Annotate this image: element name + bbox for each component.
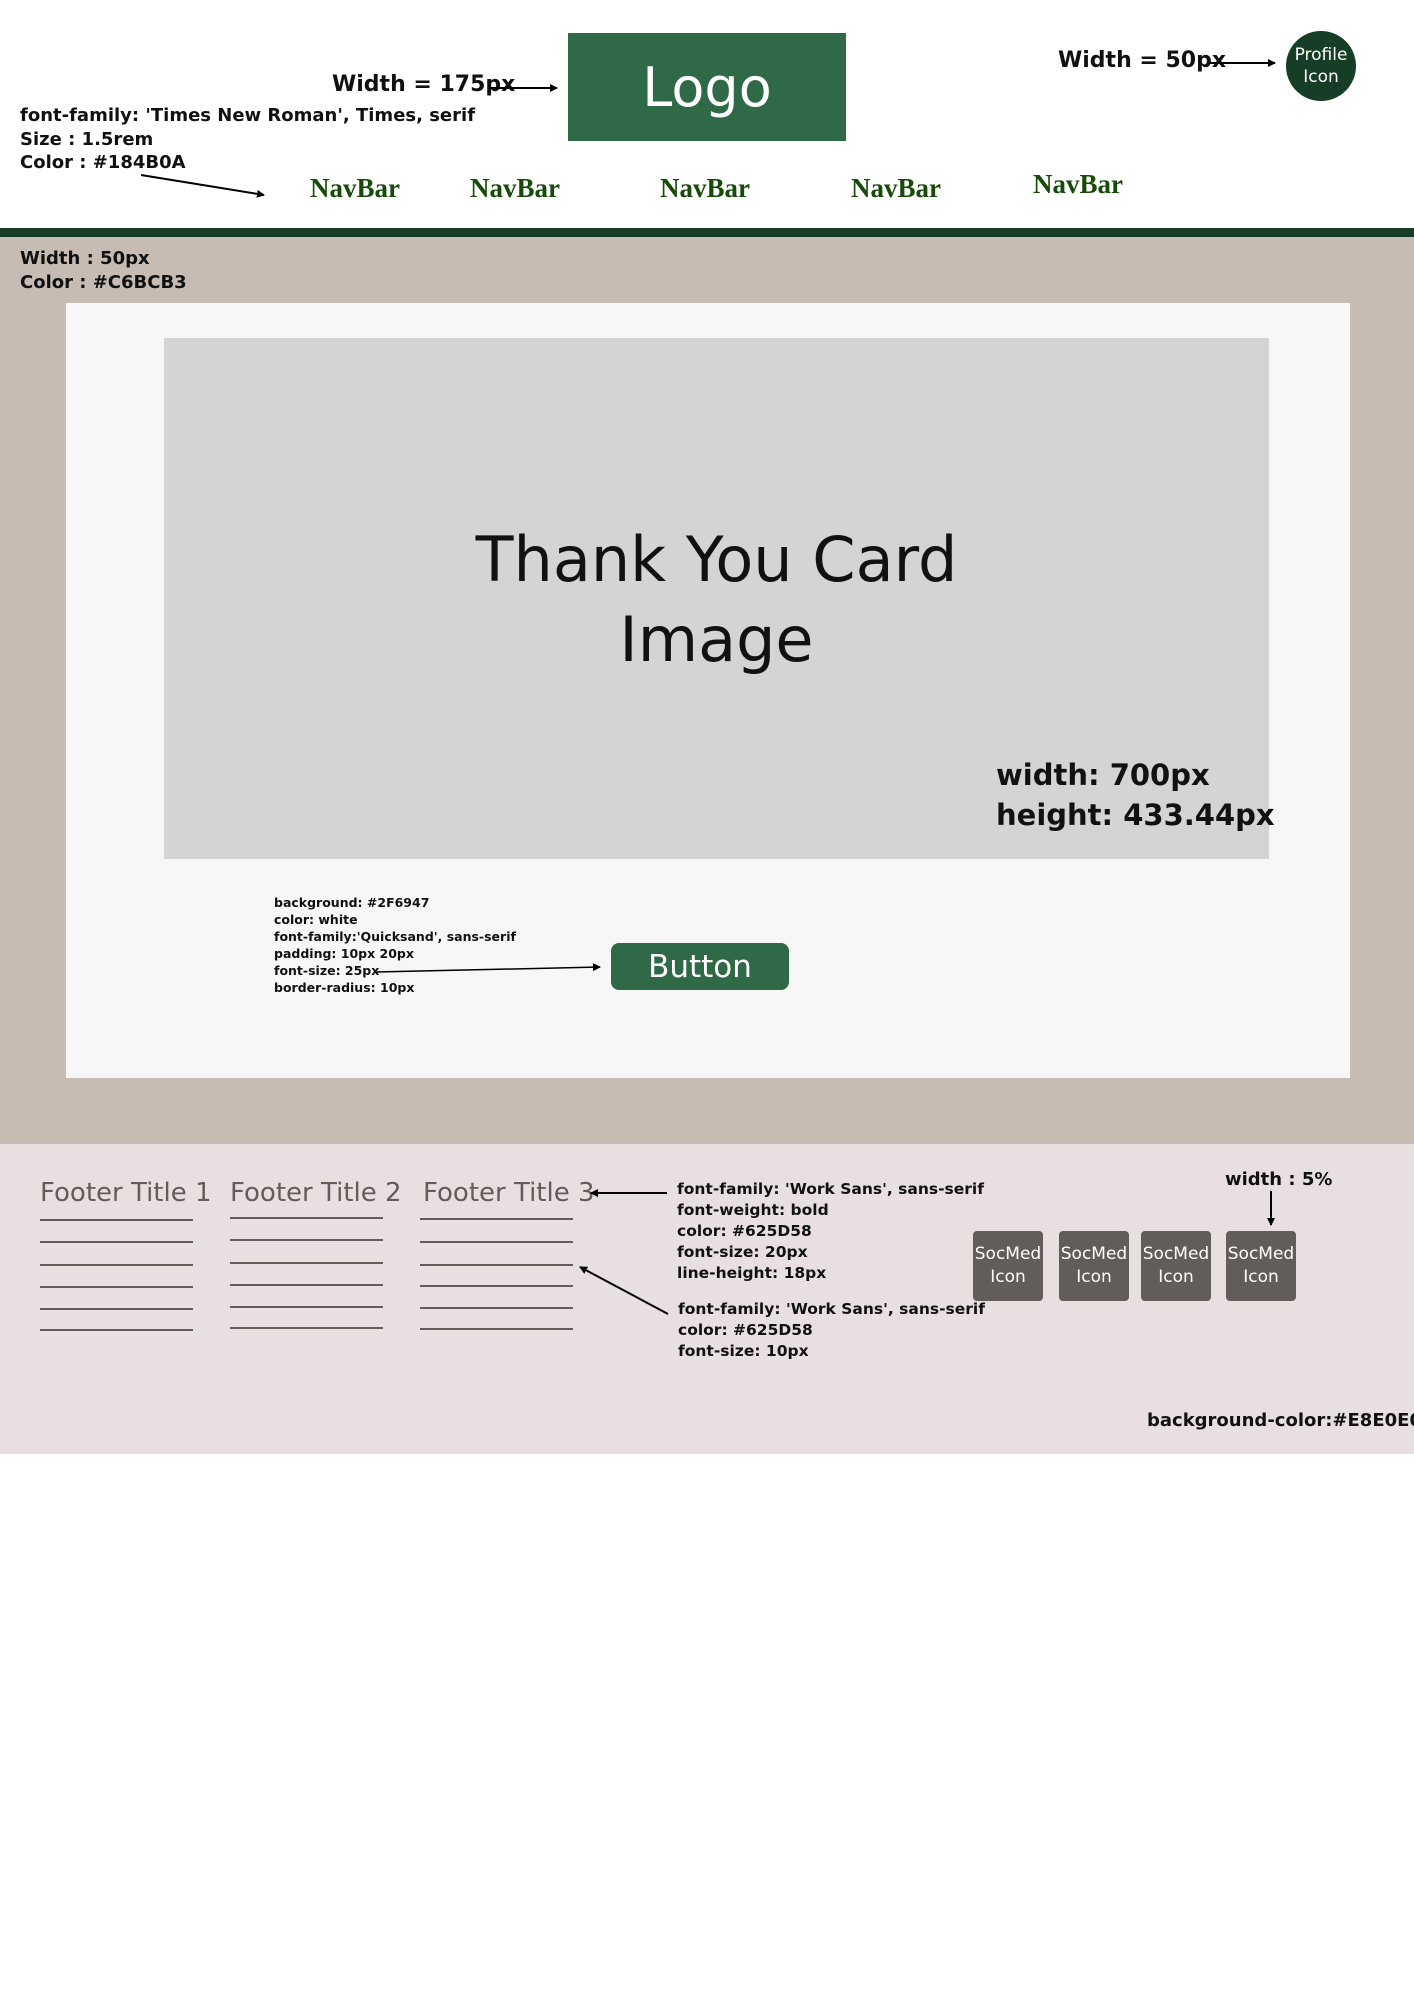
- footer-link-arrow: [579, 1266, 669, 1315]
- annotation-arrows: [140, 59, 1276, 1315]
- nav-style-arrow: [140, 174, 265, 198]
- button-style-arrow: [376, 963, 601, 973]
